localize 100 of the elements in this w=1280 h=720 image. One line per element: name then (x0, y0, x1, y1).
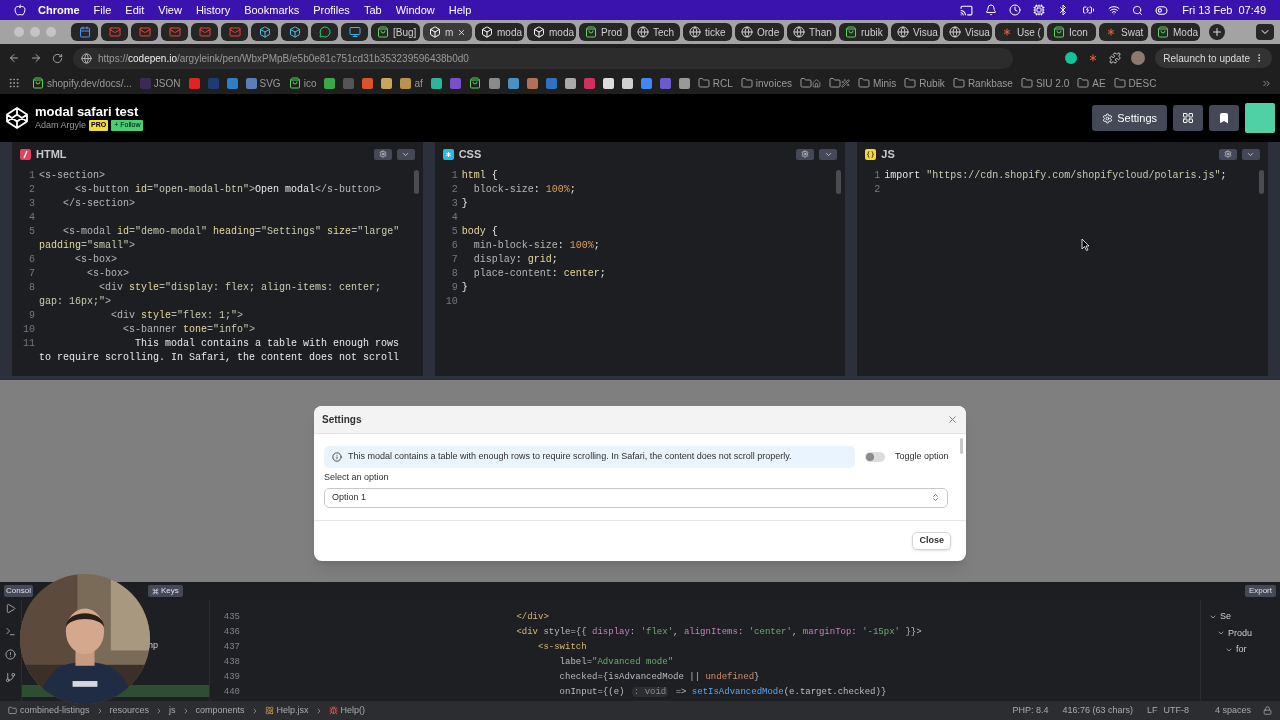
editor-collapse-button[interactable] (819, 148, 838, 160)
browser-tab[interactable]: Prod (579, 23, 628, 41)
avatar[interactable] (1131, 51, 1146, 65)
menu-item[interactable]: View (158, 1, 182, 19)
layout-button[interactable] (1173, 105, 1203, 131)
tree-item[interactable]: Se (1220, 610, 1231, 624)
clock-icon[interactable] (1009, 4, 1022, 16)
terminal-icon[interactable] (5, 626, 16, 637)
control-center-icon[interactable] (1155, 3, 1169, 17)
lock-icon[interactable] (1263, 706, 1272, 715)
bookmark-button[interactable] (1209, 105, 1239, 131)
bookmark[interactable] (324, 77, 336, 89)
breadcrumb[interactable]: resources (109, 703, 150, 718)
editor-collapse-button[interactable] (1242, 148, 1260, 160)
browser-tab[interactable]: moda (527, 23, 576, 41)
alert-icon[interactable] (5, 649, 16, 660)
bookmark[interactable]: invoices (740, 75, 792, 91)
browser-tab[interactable]: Visua (891, 23, 940, 41)
browser-tab[interactable] (161, 23, 188, 41)
breadcrumb[interactable]: components (195, 703, 245, 718)
new-tab-icon[interactable] (1209, 24, 1225, 40)
breadcrumb[interactable]: Help.jsx (264, 703, 309, 718)
toggle-switch[interactable] (865, 452, 885, 462)
apps-icon[interactable] (8, 77, 20, 89)
bookmark[interactable]: shopify.dev/docs/... (32, 75, 132, 91)
export-button[interactable]: Export (1244, 585, 1276, 597)
bookmark[interactable]: AE (1077, 75, 1106, 91)
forward-icon[interactable] (30, 52, 42, 64)
browser-tab[interactable]: Than (787, 23, 836, 41)
relaunch-button[interactable]: Relaunch to update (1155, 48, 1272, 68)
browser-tab[interactable] (101, 23, 128, 41)
menu-item[interactable]: Bookmarks (244, 1, 300, 19)
author-name[interactable]: Adam Argyle (35, 118, 87, 133)
status-item[interactable]: UTF-8 (1163, 703, 1189, 718)
editor-settings-button[interactable] (796, 148, 815, 160)
bookmark[interactable]: af (400, 75, 423, 91)
wifi-icon[interactable] (1108, 4, 1121, 16)
back-icon[interactable] (8, 52, 20, 64)
chip-icon[interactable] (1033, 4, 1046, 16)
browser-tab[interactable]: Icon (1047, 23, 1096, 41)
address-bar[interactable]: https://codepen.io/argyleink/pen/WbxPMpB/e5b0e81c751cd31b353239596438b0d0 (73, 47, 1013, 69)
reload-icon[interactable] (52, 52, 63, 64)
search-icon[interactable] (1132, 4, 1144, 16)
status-item[interactable]: LF (1146, 703, 1158, 718)
bookmark[interactable] (602, 77, 614, 89)
browser-tab[interactable]: Orde (735, 23, 784, 41)
bookmark[interactable]: ico (288, 75, 317, 91)
status-item[interactable]: PHP: 8.4 (1012, 703, 1049, 718)
breadcrumb[interactable]: Help() (328, 703, 366, 718)
browser-tab[interactable]: ticke (683, 23, 732, 41)
screen-share-icon[interactable] (960, 3, 974, 17)
browser-tab[interactable] (311, 23, 338, 41)
close-icon[interactable] (947, 414, 958, 425)
bookmark[interactable]: DESC (1113, 75, 1157, 91)
apple-icon[interactable] (14, 4, 26, 16)
select-field[interactable]: Option 1 (324, 487, 948, 508)
tab-list-icon[interactable] (1256, 24, 1274, 40)
browser-tab[interactable] (341, 23, 368, 41)
menu-item[interactable]: Profiles (313, 1, 350, 19)
browser-tab[interactable]: m (423, 23, 472, 41)
browser-tab[interactable]: Swat (1099, 23, 1148, 41)
editor-settings-button[interactable] (373, 148, 392, 160)
menu-item[interactable]: Edit (125, 1, 145, 19)
bookmark[interactable] (564, 77, 576, 89)
bookmark[interactable]: Minis (857, 75, 897, 91)
browser-tab[interactable] (131, 23, 158, 41)
bookmark[interactable]: RCL (697, 75, 733, 91)
browser-tab[interactable]: Visua (943, 23, 992, 41)
bookmark[interactable] (621, 77, 633, 89)
bookmark[interactable]: JSON (139, 75, 181, 91)
browser-tab[interactable]: Use ( (995, 23, 1044, 41)
bookmark[interactable]: Rankbase (952, 75, 1013, 91)
tree-item[interactable]: Produ (1228, 626, 1253, 640)
browser-tab[interactable]: [Bug] (371, 23, 420, 41)
browser-tab[interactable]: Moda (1151, 23, 1200, 41)
battery-icon[interactable] (1081, 4, 1097, 16)
bookmark[interactable] (468, 77, 481, 89)
bookmark[interactable]: SVG (245, 75, 281, 91)
browser-tab[interactable] (191, 23, 218, 41)
browser-tab[interactable]: rubik (839, 23, 888, 41)
menu-item[interactable]: File (93, 1, 112, 19)
bell-icon[interactable] (985, 4, 998, 16)
browser-tab[interactable]: moda (475, 23, 524, 41)
settings-button[interactable]: Settings (1092, 105, 1167, 131)
status-item[interactable]: 4 spaces (1214, 703, 1251, 718)
browser-tab[interactable] (281, 23, 308, 41)
browser-tab[interactable]: Tech (631, 23, 680, 41)
tree-item[interactable]: for (1236, 643, 1247, 657)
menu-item[interactable]: History (195, 1, 231, 19)
menu-item[interactable]: Tab (363, 1, 382, 19)
branch-icon[interactable] (5, 672, 16, 683)
browser-tab[interactable] (251, 23, 278, 41)
file-name[interactable]: hp (148, 639, 209, 653)
close-button[interactable]: Close (912, 531, 951, 550)
run-icon[interactable] (5, 603, 16, 614)
menu-item[interactable]: Chrome (38, 1, 80, 19)
bookmark[interactable] (678, 77, 690, 89)
browser-tab[interactable] (71, 23, 98, 41)
editor-settings-button[interactable] (1219, 148, 1237, 160)
status-item[interactable]: 416:76 (63 chars) (1062, 703, 1133, 718)
